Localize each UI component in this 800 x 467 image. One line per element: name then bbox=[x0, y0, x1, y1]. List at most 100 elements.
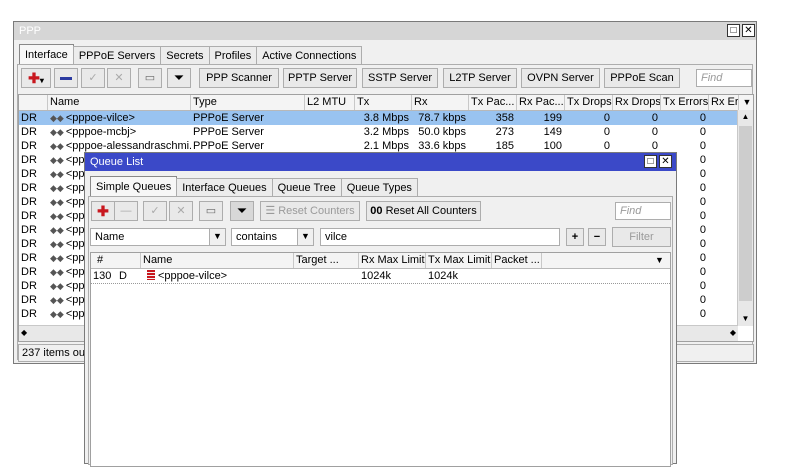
col-tx-packets[interactable]: Tx Pac... bbox=[469, 95, 517, 110]
cell-text: DR bbox=[21, 266, 37, 278]
queue-maximize-button[interactable]: □ bbox=[644, 155, 657, 168]
table-row[interactable]: DR ◆◆ <pppoe-mcbj> PPPoE Server 3.2 Mbps 50.0… bbox=[19, 125, 753, 139]
maximize-button[interactable]: □ bbox=[727, 24, 740, 37]
comment-button[interactable]: ▭ bbox=[138, 68, 162, 88]
ppp-titlebar[interactable]: PPP bbox=[14, 22, 756, 40]
cell-text: 0 bbox=[603, 140, 610, 152]
cell-text: DR bbox=[21, 196, 37, 208]
x-icon: ✕ bbox=[114, 72, 124, 84]
cell-text: 1024k bbox=[361, 270, 391, 282]
queue-row[interactable]: 130 D <pppoe-vilce> 1024k 1024k bbox=[91, 269, 670, 284]
col-type[interactable]: Type bbox=[191, 95, 305, 110]
dropdown-icon[interactable]: ▼ bbox=[297, 229, 313, 245]
l2tp-server-button[interactable]: L2TP Server bbox=[443, 68, 517, 88]
filter-value-input[interactable]: vilce bbox=[320, 228, 560, 246]
enable-button[interactable]: ✓ bbox=[81, 68, 105, 88]
col-l2mtu[interactable]: L2 MTU bbox=[305, 95, 355, 110]
tab-pppoe-servers[interactable]: PPPoE Servers bbox=[72, 46, 162, 64]
col-tx-max-limit[interactable]: Tx Max Limit bbox=[426, 253, 492, 268]
remove-button[interactable] bbox=[54, 68, 78, 88]
dropdown-icon[interactable]: ▼ bbox=[209, 229, 225, 245]
queue-remove-button[interactable]: — bbox=[114, 201, 138, 221]
tab-queue-types[interactable]: Queue Types bbox=[340, 178, 418, 196]
pppoe-interface-icon: ◆◆ bbox=[50, 295, 64, 305]
col-name[interactable]: Name bbox=[141, 253, 294, 268]
tab-secrets[interactable]: Secrets bbox=[160, 46, 210, 64]
queue-comment-button[interactable]: ▭ bbox=[199, 201, 223, 221]
table-row[interactable]: DR ◆◆ <pppoe-vilce> PPPoE Server 3.8 Mbps 78.… bbox=[19, 111, 753, 125]
col-target[interactable]: Target ... bbox=[294, 253, 359, 268]
ovpn-server-button[interactable]: OVPN Server bbox=[521, 68, 600, 88]
queue-titlebar[interactable]: Queue List bbox=[85, 153, 676, 171]
queue-disable-button[interactable]: ✕ bbox=[169, 201, 193, 221]
scroll-down-icon[interactable]: ▼ bbox=[738, 312, 753, 326]
filter-button[interactable]: ⏷ bbox=[167, 68, 191, 88]
scroll-right-icon[interactable]: ◆ bbox=[730, 326, 736, 340]
scroll-up-icon[interactable]: ▲ bbox=[738, 110, 753, 124]
cell-flag: D bbox=[117, 269, 141, 283]
sstp-server-button[interactable]: SSTP Server bbox=[362, 68, 438, 88]
ppp-tabs: Interface PPPoE Servers Secrets Profiles… bbox=[19, 44, 363, 64]
disable-button[interactable]: ✕ bbox=[107, 68, 131, 88]
tab-simple-queues[interactable]: Simple Queues bbox=[90, 176, 178, 196]
close-button[interactable]: ✕ bbox=[742, 24, 755, 37]
reset-all-counters-button[interactable]: 00 Reset All Counters bbox=[366, 201, 481, 221]
col-tx-errors[interactable]: Tx Errors bbox=[661, 95, 709, 110]
ppp-scanner-button[interactable]: PPP Scanner bbox=[199, 68, 279, 88]
cell-name: ◆◆ <pppoe-alessandraschmi... bbox=[48, 139, 191, 153]
maximize-icon: □ bbox=[730, 25, 737, 36]
col-number[interactable]: # bbox=[91, 253, 141, 268]
queue-window-title: Queue List bbox=[90, 156, 144, 168]
col-tx-drops[interactable]: Tx Drops bbox=[565, 95, 613, 110]
cell-text: 130 bbox=[93, 270, 112, 282]
queue-close-button[interactable]: ✕ bbox=[659, 155, 672, 168]
cell-text: 0 bbox=[699, 252, 706, 264]
tab-interface[interactable]: Interface bbox=[19, 44, 74, 64]
tab-active-connections[interactable]: Active Connections bbox=[256, 46, 363, 64]
queue-enable-button[interactable]: ✓ bbox=[143, 201, 167, 221]
col-flag[interactable] bbox=[19, 95, 48, 110]
dropdown-arrow-icon: ▾ bbox=[39, 76, 44, 85]
table-row[interactable]: DR ◆◆ <pppoe-alessandraschmi... PPPoE Serve… bbox=[19, 139, 753, 153]
filter-field-select[interactable]: Name ▼ bbox=[90, 228, 226, 246]
cell-txp: 358 bbox=[469, 111, 517, 125]
add-button[interactable]: ✚▾ bbox=[21, 68, 51, 88]
columns-menu-icon[interactable]: ▼ bbox=[739, 95, 753, 110]
pptp-server-button[interactable]: PPTP Server bbox=[283, 68, 357, 88]
cell-text: DR bbox=[21, 224, 37, 236]
cell-text: 0 bbox=[651, 140, 658, 152]
cell-rxp: 149 bbox=[517, 125, 565, 139]
tab-profiles[interactable]: Profiles bbox=[208, 46, 258, 64]
scroll-thumb[interactable] bbox=[739, 126, 752, 301]
filter-operator-select[interactable]: contains ▼ bbox=[231, 228, 314, 246]
filter-add-condition-button[interactable]: + bbox=[566, 228, 584, 246]
filter-remove-condition-button[interactable]: − bbox=[588, 228, 606, 246]
filter-value-text: vilce bbox=[325, 231, 348, 243]
cell-txp: 273 bbox=[469, 125, 517, 139]
queue-columns-menu-icon[interactable]: ▼ bbox=[653, 253, 670, 268]
tab-queue-tree[interactable]: Queue Tree bbox=[271, 178, 342, 196]
pppoe-interface-icon: ◆◆ bbox=[50, 253, 64, 263]
col-rx-drops[interactable]: Rx Drops bbox=[613, 95, 661, 110]
col-name[interactable]: Name bbox=[48, 95, 191, 110]
cell-text: 199 bbox=[543, 112, 562, 124]
col-rx-max-limit[interactable]: Rx Max Limit bbox=[359, 253, 426, 268]
col-rx[interactable]: Rx bbox=[412, 95, 469, 110]
queue-add-button[interactable]: ✚ bbox=[91, 201, 115, 221]
tab-interface-queues[interactable]: Interface Queues bbox=[176, 178, 273, 196]
col-rx-packets[interactable]: Rx Pac... bbox=[517, 95, 565, 110]
queue-filter-button[interactable]: ⏷ bbox=[230, 201, 254, 221]
find-input[interactable]: Find bbox=[696, 69, 752, 87]
col-tx[interactable]: Tx bbox=[355, 95, 412, 110]
pppoe-scan-button[interactable]: PPPoE Scan bbox=[604, 68, 680, 88]
col-packet-marks[interactable]: Packet ... bbox=[492, 253, 542, 268]
scroll-left-icon[interactable]: ◆ bbox=[21, 326, 27, 340]
vertical-scrollbar[interactable]: ▲ ▼ bbox=[737, 110, 753, 326]
cell-text: DR bbox=[21, 308, 37, 320]
queue-find-input[interactable]: Find bbox=[615, 202, 671, 220]
pppoe-interface-icon: ◆◆ bbox=[50, 155, 64, 165]
reset-counters-button[interactable]: ☰ Reset Counters bbox=[260, 201, 360, 221]
filter-apply-button[interactable]: Filter bbox=[612, 227, 671, 247]
col-rx-errors[interactable]: Rx Err bbox=[709, 95, 739, 110]
cell-flag: DR bbox=[19, 111, 48, 125]
